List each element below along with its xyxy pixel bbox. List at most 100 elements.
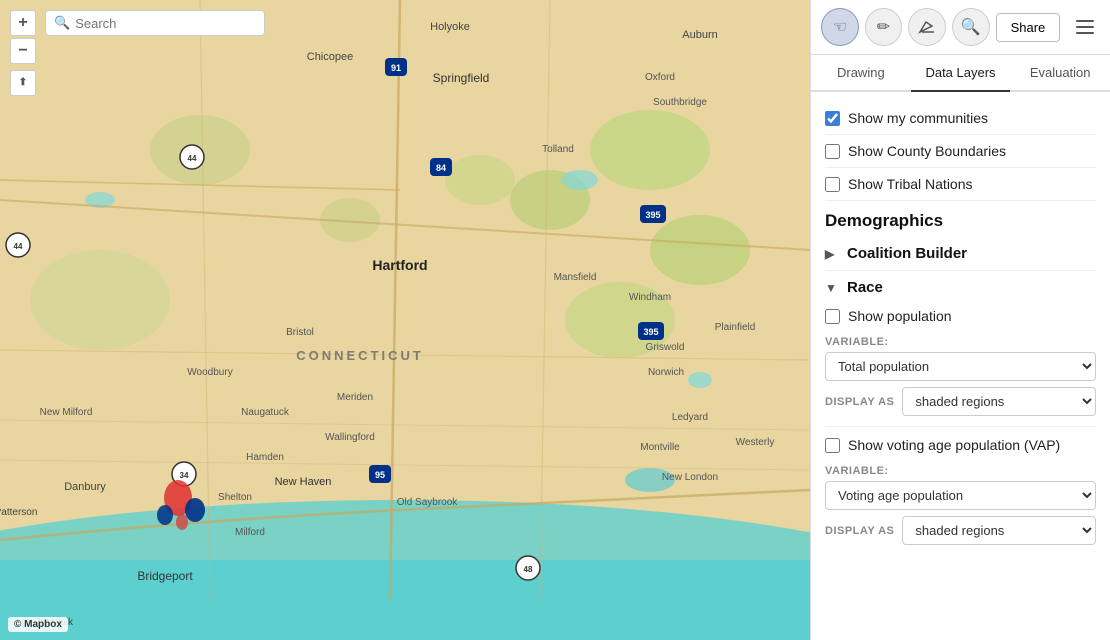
show-tribal-nations-checkbox[interactable] bbox=[825, 177, 840, 192]
race-label: Race bbox=[847, 279, 883, 296]
coalition-builder-toggle[interactable]: ▶ Coalition Builder bbox=[825, 245, 1096, 262]
svg-text:Griswold: Griswold bbox=[646, 342, 685, 353]
svg-text:395: 395 bbox=[643, 327, 658, 337]
svg-text:New Haven: New Haven bbox=[275, 476, 332, 488]
svg-text:Springfield: Springfield bbox=[433, 71, 490, 85]
svg-text:44: 44 bbox=[188, 154, 197, 163]
race-arrow: ▼ bbox=[825, 281, 839, 295]
vap-display-as-label: DISPLAY AS bbox=[825, 525, 894, 537]
zoom-out-button[interactable]: − bbox=[10, 38, 36, 64]
variable-select[interactable]: Total population White alone Black alone… bbox=[825, 352, 1096, 381]
svg-text:Bridgeport: Bridgeport bbox=[137, 569, 193, 583]
svg-text:New Milford: New Milford bbox=[40, 407, 93, 418]
svg-text:Shelton: Shelton bbox=[218, 492, 252, 503]
svg-text:Danbury: Danbury bbox=[64, 481, 106, 493]
show-population-label[interactable]: Show population bbox=[848, 308, 952, 324]
show-vap-checkbox[interactable] bbox=[825, 438, 840, 453]
coalition-builder-arrow: ▶ bbox=[825, 247, 839, 261]
vap-variable-field-label: VARIABLE: bbox=[825, 465, 1096, 477]
tabs: Drawing Data Layers Evaluation bbox=[811, 55, 1110, 92]
svg-text:Old Saybrook: Old Saybrook bbox=[397, 497, 459, 508]
svg-text:Bristol: Bristol bbox=[286, 327, 314, 338]
show-tribal-nations-label[interactable]: Show Tribal Nations bbox=[848, 176, 973, 192]
svg-text:Montville: Montville bbox=[640, 442, 680, 453]
svg-text:Southbridge: Southbridge bbox=[653, 97, 707, 108]
show-vap-row: Show voting age population (VAP) bbox=[825, 433, 1096, 457]
show-my-communities-row: Show my communities bbox=[825, 102, 1096, 135]
show-vap-label[interactable]: Show voting age population (VAP) bbox=[848, 437, 1060, 453]
svg-text:91: 91 bbox=[391, 63, 401, 73]
svg-text:84: 84 bbox=[436, 163, 446, 173]
race-section: ▼ Race Show population VARIABLE: Total p… bbox=[825, 271, 1096, 559]
svg-text:48: 48 bbox=[524, 565, 533, 574]
display-as-select[interactable]: shaded regions bubbles bbox=[902, 387, 1096, 416]
search-map-button[interactable]: 🔍 bbox=[952, 8, 990, 46]
sidebar: ☜ ✏ 🔍 Share Drawing Data Layers Evaluati… bbox=[810, 0, 1110, 640]
svg-text:Chicopee: Chicopee bbox=[307, 51, 353, 63]
menu-line-2 bbox=[1076, 26, 1094, 28]
show-county-boundaries-label[interactable]: Show County Boundaries bbox=[848, 143, 1006, 159]
svg-text:Mansfield: Mansfield bbox=[554, 272, 597, 283]
show-population-checkbox[interactable] bbox=[825, 309, 840, 324]
menu-line-1 bbox=[1076, 20, 1094, 22]
svg-text:Plainfield: Plainfield bbox=[715, 322, 756, 333]
show-population-row: Show population bbox=[825, 304, 1096, 328]
variable-select-row: Total population White alone Black alone… bbox=[825, 352, 1096, 381]
draw-tool-button[interactable]: ✏ bbox=[865, 8, 903, 46]
svg-text:Meriden: Meriden bbox=[337, 392, 373, 403]
display-as-label: DISPLAY AS bbox=[825, 396, 894, 408]
svg-text:Naugatuck: Naugatuck bbox=[241, 407, 290, 418]
svg-text:Oxford: Oxford bbox=[645, 72, 675, 83]
map-svg: 91 84 395 95 44 44 395 34 48 CONNECTICUT… bbox=[0, 0, 810, 640]
svg-text:34: 34 bbox=[180, 471, 189, 480]
map-controls: + − ⬆ bbox=[10, 10, 36, 96]
svg-text:Woodbury: Woodbury bbox=[187, 367, 232, 378]
svg-text:Westerly: Westerly bbox=[736, 437, 775, 448]
show-my-communities-label[interactable]: Show my communities bbox=[848, 110, 988, 126]
vap-variable-select[interactable]: Voting age population White VAP Black VA… bbox=[825, 481, 1096, 510]
search-icon: 🔍 bbox=[54, 15, 70, 31]
svg-text:Holyoke: Holyoke bbox=[430, 21, 470, 33]
svg-text:Auburn: Auburn bbox=[682, 29, 717, 41]
svg-text:Ledyard: Ledyard bbox=[672, 412, 708, 423]
compass-button[interactable]: ⬆ bbox=[10, 70, 36, 96]
svg-text:Wallingford: Wallingford bbox=[325, 432, 375, 443]
tab-data-layers[interactable]: Data Layers bbox=[911, 55, 1011, 92]
svg-text:Tolland: Tolland bbox=[542, 144, 574, 155]
demographics-header: Demographics bbox=[825, 201, 1096, 237]
vap-variable-select-row: Voting age population White VAP Black VA… bbox=[825, 481, 1096, 510]
svg-text:New London: New London bbox=[662, 472, 718, 483]
zoom-in-button[interactable]: + bbox=[10, 10, 36, 36]
coalition-builder-section: ▶ Coalition Builder bbox=[825, 237, 1096, 271]
vap-display-as-select[interactable]: shaded regions bubbles bbox=[902, 516, 1096, 545]
search-bar[interactable]: 🔍 bbox=[45, 10, 265, 36]
svg-text:95: 95 bbox=[375, 470, 385, 480]
share-button[interactable]: Share bbox=[996, 13, 1061, 42]
erase-tool-button[interactable] bbox=[908, 8, 946, 46]
hand-tool-button[interactable]: ☜ bbox=[821, 8, 859, 46]
svg-text:Norwich: Norwich bbox=[648, 367, 684, 378]
tab-evaluation[interactable]: Evaluation bbox=[1010, 55, 1110, 92]
svg-text:CONNECTICUT: CONNECTICUT bbox=[296, 348, 424, 363]
svg-text:44: 44 bbox=[14, 242, 23, 251]
display-as-row: DISPLAY AS shaded regions bubbles bbox=[825, 387, 1096, 416]
variable-field-label: VARIABLE: bbox=[825, 336, 1096, 348]
search-input[interactable] bbox=[75, 16, 256, 31]
svg-text:Patterson: Patterson bbox=[0, 507, 37, 518]
show-county-boundaries-row: Show County Boundaries bbox=[825, 135, 1096, 168]
tab-drawing[interactable]: Drawing bbox=[811, 55, 911, 92]
svg-text:Hamden: Hamden bbox=[246, 452, 284, 463]
panel-content: Show my communities Show County Boundari… bbox=[811, 92, 1110, 640]
toolbar: ☜ ✏ 🔍 Share bbox=[811, 0, 1110, 55]
race-toggle[interactable]: ▼ Race bbox=[825, 279, 1096, 304]
show-tribal-nations-row: Show Tribal Nations bbox=[825, 168, 1096, 201]
show-my-communities-checkbox[interactable] bbox=[825, 111, 840, 126]
show-county-boundaries-checkbox[interactable] bbox=[825, 144, 840, 159]
divider-1 bbox=[825, 426, 1096, 427]
svg-text:Hartford: Hartford bbox=[372, 257, 427, 273]
menu-line-3 bbox=[1076, 32, 1094, 34]
map-area[interactable]: 91 84 395 95 44 44 395 34 48 CONNECTICUT… bbox=[0, 0, 810, 640]
menu-button[interactable] bbox=[1070, 12, 1100, 42]
svg-text:Milford: Milford bbox=[235, 527, 265, 538]
vap-display-as-row: DISPLAY AS shaded regions bubbles bbox=[825, 516, 1096, 545]
